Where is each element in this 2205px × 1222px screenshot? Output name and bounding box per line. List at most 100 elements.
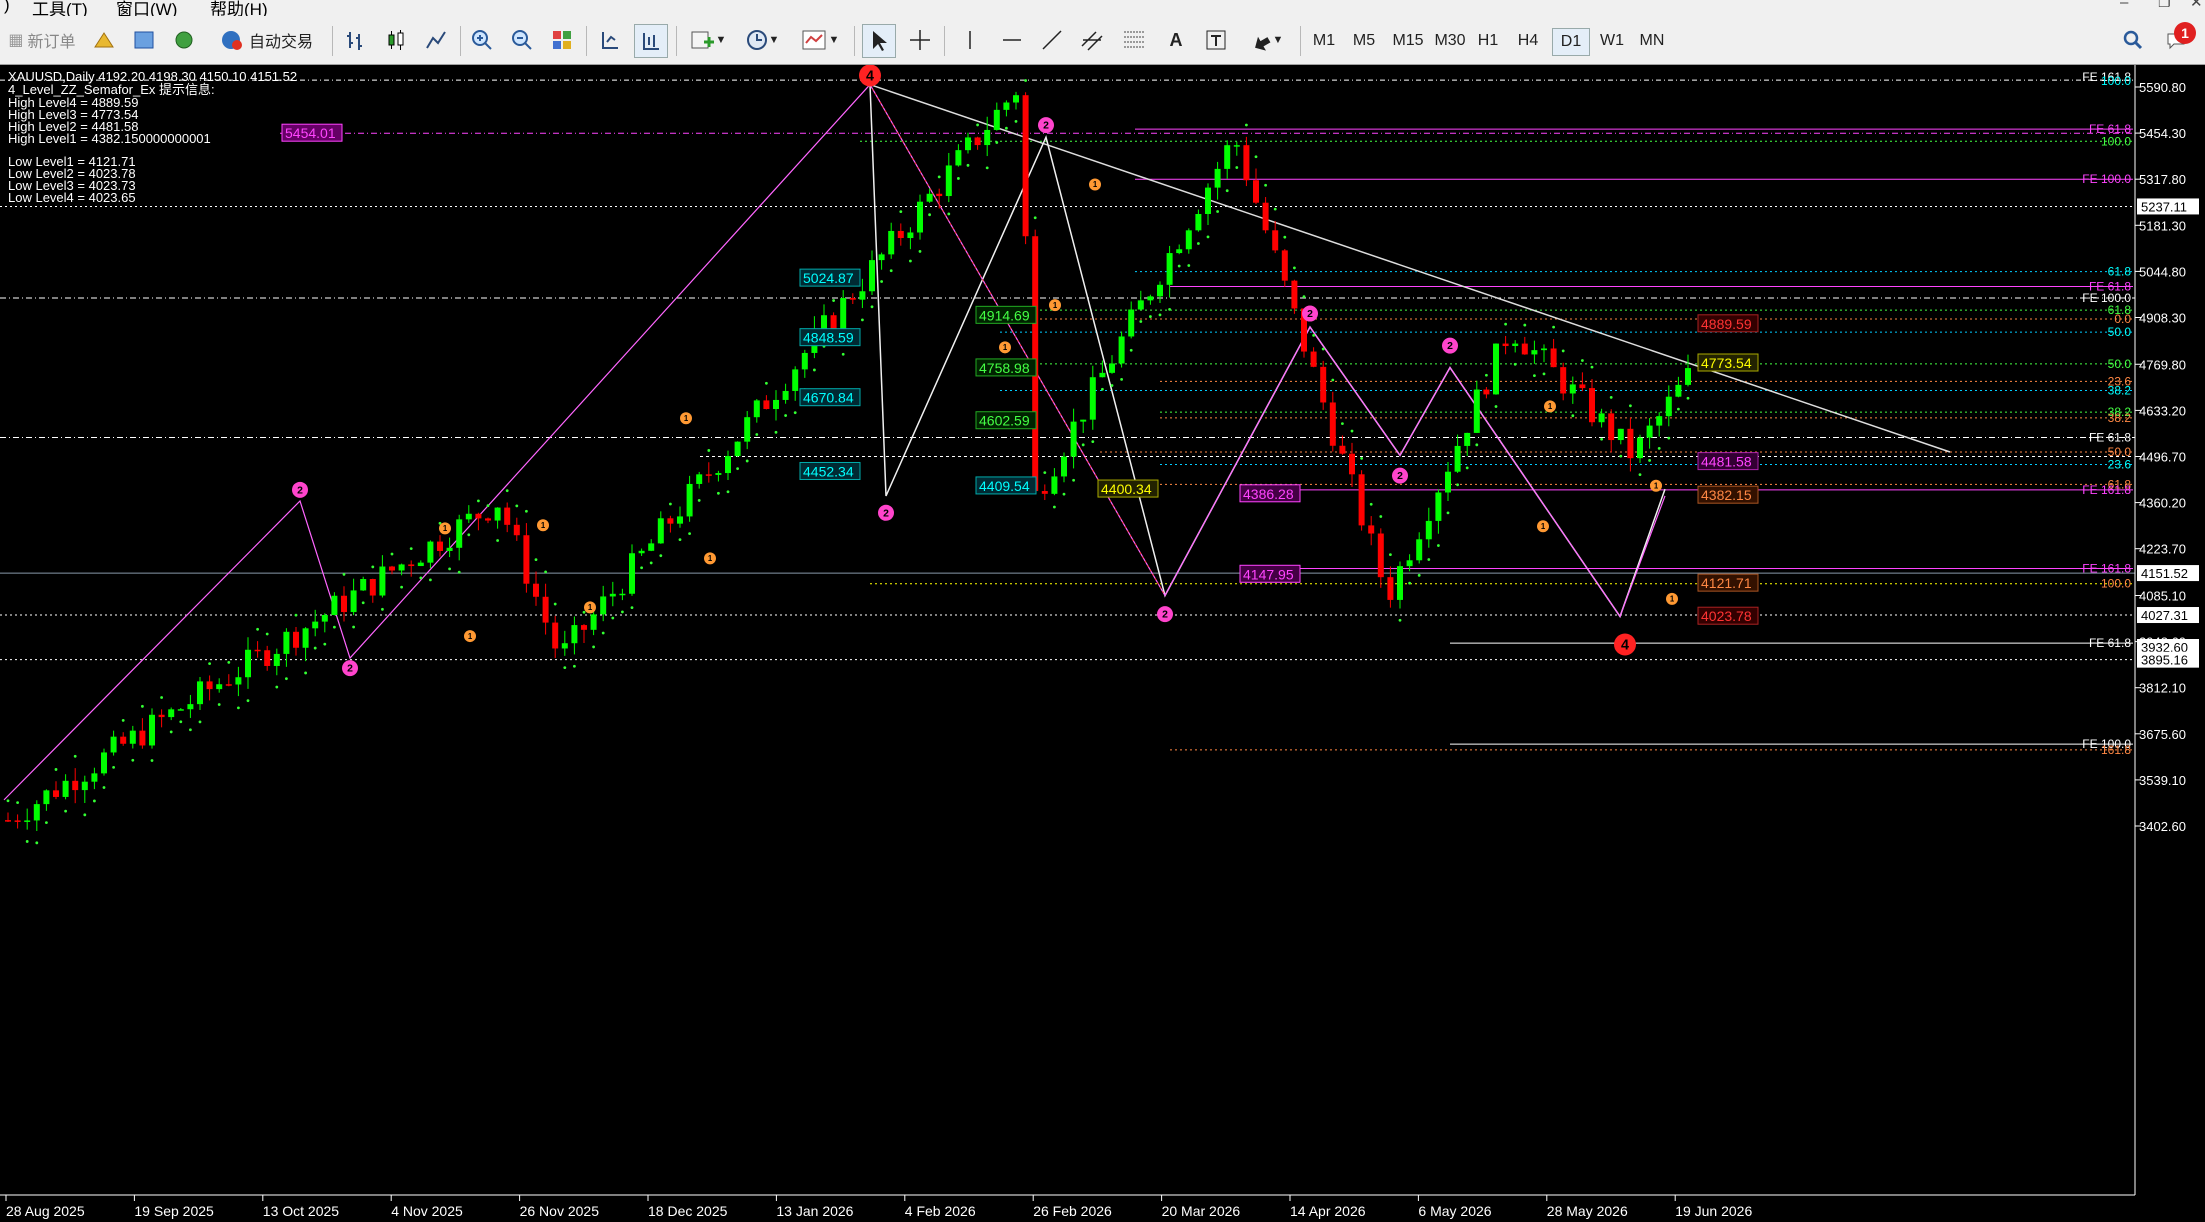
- candle-body: [321, 614, 328, 622]
- tf-m1-button[interactable]: M1: [1306, 28, 1342, 54]
- candle-body: [1051, 476, 1058, 494]
- tf-h1-button[interactable]: H1: [1470, 28, 1506, 54]
- psar-dot: [534, 558, 538, 562]
- arrows-dropdown[interactable]: ▼: [1242, 24, 1290, 56]
- horizontal-line-icon[interactable]: [996, 24, 1028, 56]
- psar-dot: [813, 368, 816, 372]
- semafor-marker-label: 1: [468, 632, 473, 641]
- candle-body: [878, 254, 885, 261]
- candle-body: [14, 820, 21, 822]
- candle-body: [1579, 384, 1586, 389]
- psar-dot: [832, 299, 835, 302]
- candle-body: [744, 417, 751, 442]
- semafor-marker-label: 1: [588, 603, 593, 612]
- candle-body: [763, 400, 770, 410]
- trendline-icon[interactable]: [1036, 24, 1068, 56]
- psar-dot: [141, 704, 144, 708]
- text-label-icon[interactable]: [1200, 24, 1232, 56]
- candle-body: [1637, 437, 1643, 459]
- psar-dot: [1129, 348, 1133, 352]
- text-tool-icon[interactable]: A: [1160, 24, 1192, 56]
- psar-dot: [1024, 79, 1027, 82]
- crosshair-icon[interactable]: [904, 24, 936, 56]
- psar-dot: [889, 269, 893, 273]
- data-window-icon[interactable]: [128, 24, 160, 56]
- equidistant-channel-icon[interactable]: [1076, 24, 1108, 56]
- fibonacci-icon[interactable]: [1118, 24, 1150, 56]
- tf-w1-button[interactable]: W1: [1594, 28, 1630, 54]
- psar-dot: [16, 801, 19, 805]
- psar-dot: [774, 430, 778, 434]
- psar-dot: [1293, 266, 1296, 270]
- bar-chart-icon[interactable]: [340, 24, 372, 56]
- cursor-tool-icon[interactable]: [862, 24, 896, 58]
- psar-dot: [1408, 581, 1411, 585]
- menu-item-file-edge[interactable]: ): [4, 0, 10, 15]
- new-order-icon: ▦: [8, 32, 24, 49]
- psar-dot: [784, 414, 787, 417]
- psar-dot: [1686, 396, 1690, 400]
- tf-m15-button[interactable]: M15: [1388, 28, 1428, 54]
- tile-windows-icon[interactable]: [546, 24, 578, 56]
- psar-dot: [486, 504, 490, 508]
- psar-dot: [83, 813, 87, 817]
- tf-h4-button[interactable]: H4: [1510, 28, 1546, 54]
- tf-m5-button[interactable]: M5: [1346, 28, 1382, 54]
- notifications-button[interactable]: 1: [2156, 22, 2196, 56]
- market-watch-icon[interactable]: [88, 24, 120, 56]
- candle-body: [1483, 389, 1490, 395]
- candle-body: [369, 579, 376, 596]
- price-tick-label: 4496.70: [2139, 450, 2186, 465]
- psar-dot: [640, 566, 643, 570]
- window-restore-icon[interactable]: ❐: [2158, 0, 2171, 11]
- templates-dropdown[interactable]: ▼: [794, 24, 846, 56]
- zoom-out-icon[interactable]: [506, 24, 538, 56]
- psar-dot: [659, 554, 663, 558]
- candle-body: [1176, 249, 1183, 254]
- price-tick-label: 3539.10: [2139, 773, 2186, 788]
- psar-dot: [1283, 235, 1287, 239]
- window-close-icon[interactable]: ✕: [2190, 0, 2203, 11]
- auto-scroll-icon[interactable]: [594, 24, 626, 56]
- candle-body: [907, 232, 914, 239]
- candle-body: [667, 518, 674, 524]
- psar-dot: [621, 610, 624, 614]
- psar-dot: [1014, 119, 1018, 123]
- psar-dot: [1485, 373, 1488, 377]
- psar-dot: [227, 660, 231, 664]
- psar-dot: [736, 467, 739, 471]
- candle-body: [72, 780, 79, 791]
- psar-dot: [880, 280, 883, 283]
- indicators-dropdown[interactable]: ▼: [684, 24, 732, 56]
- psar-dot: [1619, 454, 1623, 458]
- price-chart[interactable]: 4 2 2 2 2 2 2 2 2 4 1 1 1 1 1 1 1 1 1 1 1 1 1 5454.01 5024.87 49…: [0, 65, 2205, 1222]
- tf-m30-button[interactable]: M30: [1430, 28, 1470, 54]
- line-chart-icon[interactable]: [420, 24, 452, 56]
- window-minimize-icon[interactable]: –: [2120, 0, 2128, 11]
- semafor-marker-label: 1: [1654, 481, 1659, 490]
- psar-dot: [1475, 443, 1479, 447]
- periods-dropdown[interactable]: ▼: [738, 24, 786, 56]
- candle-body: [1291, 280, 1298, 309]
- candle-body: [1397, 566, 1403, 600]
- tf-mn-button[interactable]: MN: [1634, 28, 1670, 54]
- chart-shift-icon[interactable]: [634, 24, 668, 58]
- zoom-in-icon[interactable]: [466, 24, 498, 56]
- navigator-icon[interactable]: [168, 24, 200, 56]
- candle-body: [254, 649, 261, 652]
- tf-d1-button[interactable]: D1: [1552, 28, 1590, 56]
- price-tick-label: 3402.60: [2139, 819, 2186, 834]
- psar-dot: [909, 259, 912, 263]
- new-order-button[interactable]: ▦ 新订单: [2, 24, 82, 56]
- candlestick-icon[interactable]: [380, 24, 412, 56]
- psar-dot: [1427, 558, 1431, 561]
- search-icon[interactable]: [2118, 24, 2148, 56]
- psar-dot: [1456, 483, 1459, 487]
- candle-body: [302, 628, 309, 648]
- psar-dot: [265, 632, 269, 636]
- candle-body: [1685, 368, 1691, 385]
- candle-body: [1243, 145, 1250, 181]
- vertical-line-icon[interactable]: [954, 24, 986, 56]
- price-tick-label: 5454.30: [2139, 126, 2186, 141]
- auto-trading-button[interactable]: 自动交易: [208, 24, 324, 56]
